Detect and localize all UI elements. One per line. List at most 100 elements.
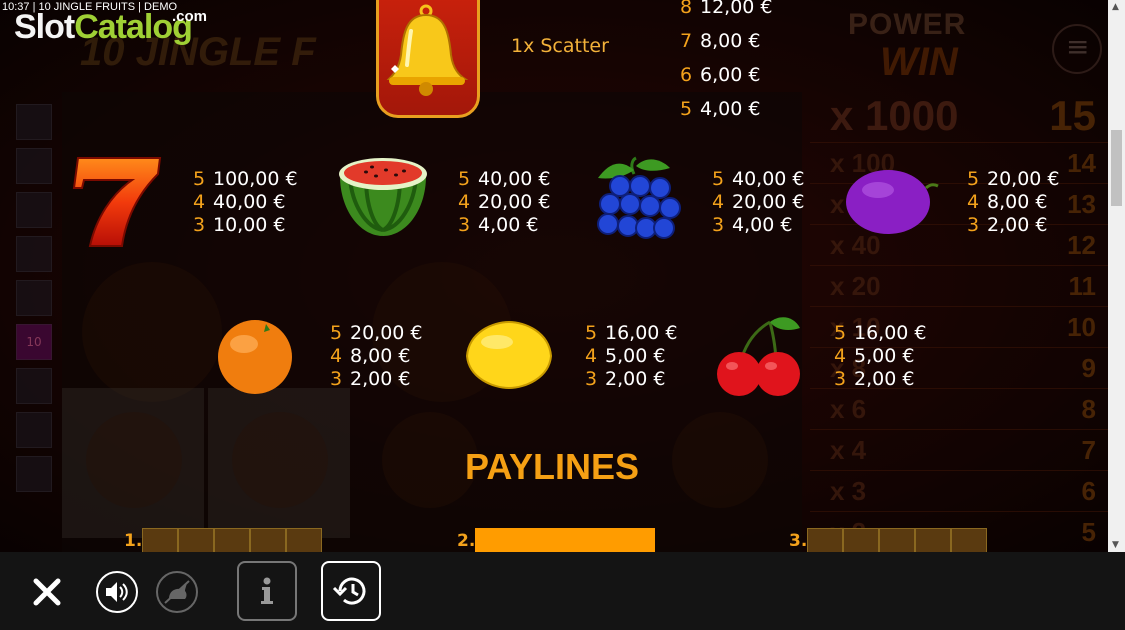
- pay-count: 5: [330, 322, 343, 344]
- pay-value: 5,00 €: [605, 345, 666, 367]
- turbo-button[interactable]: [156, 571, 198, 613]
- payline-cell: [547, 528, 583, 552]
- pay-count: 5: [193, 168, 206, 190]
- scroll-up-arrow-icon[interactable]: ▲: [1112, 2, 1119, 12]
- info-button[interactable]: [237, 561, 297, 621]
- cherries-icon: [712, 312, 806, 402]
- grapes-pay-list: 5 40,00 € 4 20,00 € 3 4,00 €: [712, 168, 805, 237]
- pay-count: 3: [712, 214, 725, 236]
- turbo-rabbit-icon: [164, 580, 190, 604]
- pay-row: 3 2,00 €: [834, 368, 927, 391]
- pay-value: 20,00 €: [732, 191, 805, 213]
- pay-row: 6 6,00 €: [680, 58, 773, 92]
- payline-cell: [619, 528, 655, 552]
- pay-count: 3: [193, 214, 206, 236]
- pay-row: 3 2,00 €: [585, 368, 678, 391]
- pay-row: 5 16,00 €: [834, 322, 927, 345]
- info-icon: [261, 577, 273, 604]
- pay-count: 5: [712, 168, 725, 190]
- pay-count: 5: [458, 168, 471, 190]
- pay-value: 4,00 €: [700, 98, 761, 120]
- pay-row: 4 8,00 €: [330, 345, 423, 368]
- pay-row: 5 20,00 €: [330, 322, 423, 345]
- pay-value: 12,00 €: [700, 0, 773, 18]
- pay-count: 6: [680, 64, 693, 86]
- pay-count: 8: [680, 0, 693, 18]
- pay-count: 5: [585, 322, 598, 344]
- close-button[interactable]: [30, 575, 64, 609]
- history-icon: [332, 577, 366, 605]
- payline-cell: [807, 528, 843, 552]
- pay-count: 4: [585, 345, 598, 367]
- pay-row: 8 12,00 €: [680, 0, 773, 24]
- pay-value: 16,00 €: [854, 322, 927, 344]
- history-button[interactable]: [321, 561, 381, 621]
- bell-icon: [386, 4, 469, 96]
- pay-row: 4 8,00 €: [967, 191, 1060, 214]
- pay-count: 3: [330, 368, 343, 390]
- pay-count: 4: [330, 345, 343, 367]
- grapes-icon: [590, 156, 684, 250]
- sound-button[interactable]: [96, 571, 138, 613]
- pay-row: 3 2,00 €: [330, 368, 423, 391]
- scroll-down-arrow-icon[interactable]: ▼: [1112, 540, 1119, 550]
- payline-cell: [250, 528, 286, 552]
- payline-diagram: [475, 528, 655, 552]
- pay-count: 7: [680, 30, 693, 52]
- pay-count: 5: [967, 168, 980, 190]
- pay-value: 2,00 €: [854, 368, 915, 390]
- pay-row: 5 20,00 €: [967, 168, 1060, 191]
- pay-count: 4: [712, 191, 725, 213]
- payline-cell: [915, 528, 951, 552]
- payline-cell: [583, 528, 619, 552]
- pay-row: 3 10,00 €: [193, 214, 298, 237]
- scrollbar-thumb[interactable]: [1111, 130, 1122, 206]
- payline-cell: [879, 528, 915, 552]
- plum-icon: [842, 164, 940, 244]
- payline-cell: [178, 528, 214, 552]
- watermelon-icon: [336, 154, 430, 242]
- pay-row: 4 20,00 €: [712, 191, 805, 214]
- pay-count: 3: [834, 368, 847, 390]
- pay-count: 3: [458, 214, 471, 236]
- pay-count: 4: [458, 191, 471, 213]
- seven-icon: [72, 154, 164, 254]
- plum-pay-list: 5 20,00 € 4 8,00 € 3 2,00 €: [967, 168, 1060, 237]
- payline-label: 2.: [457, 531, 476, 551]
- pay-value: 8,00 €: [350, 345, 411, 367]
- watermelon-pay-list: 5 40,00 € 4 20,00 € 3 4,00 €: [458, 168, 551, 237]
- pay-count: 4: [193, 191, 206, 213]
- pay-row: 3 4,00 €: [712, 214, 805, 237]
- pay-value: 10,00 €: [213, 214, 286, 236]
- pay-value: 20,00 €: [987, 168, 1060, 190]
- pay-row: 3 2,00 €: [967, 214, 1060, 237]
- pay-count: 3: [967, 214, 980, 236]
- scatter-label: 1x Scatter: [511, 35, 609, 57]
- payline-cell: [951, 528, 987, 552]
- pay-value: 2,00 €: [987, 214, 1048, 236]
- speaker-icon: [106, 582, 128, 602]
- payline-diagram: [142, 528, 322, 552]
- pay-value: 40,00 €: [478, 168, 551, 190]
- pay-count: 4: [834, 345, 847, 367]
- payline-label: 3.: [789, 531, 808, 551]
- pay-value: 16,00 €: [605, 322, 678, 344]
- pay-row: 5 40,00 €: [458, 168, 551, 191]
- orange-pay-list: 5 20,00 € 4 8,00 € 3 2,00 €: [330, 322, 423, 391]
- pay-value: 100,00 €: [213, 168, 298, 190]
- game-area: 10 JINGLE F 10 POWER WIN x 100015x 10014…: [0, 0, 1108, 552]
- cherries-pay-list: 5 16,00 € 4 5,00 € 3 2,00 €: [834, 322, 927, 391]
- pay-row: 7 8,00 €: [680, 24, 773, 58]
- payline-cell: [286, 528, 322, 552]
- scatter-symbol-card: [376, 0, 480, 118]
- pay-row: 5 4,00 €: [680, 92, 773, 126]
- pay-count: 5: [834, 322, 847, 344]
- pay-count: 4: [967, 191, 980, 213]
- pay-value: 4,00 €: [732, 214, 793, 236]
- payline-cell: [142, 528, 178, 552]
- paytable-scrollbar[interactable]: ▲ ▼: [1108, 0, 1125, 552]
- pay-row: 5 100,00 €: [193, 168, 298, 191]
- watermark: SlotCatalog .com: [14, 8, 207, 47]
- watermark-part1: Slot: [14, 8, 75, 46]
- pay-row: 4 20,00 €: [458, 191, 551, 214]
